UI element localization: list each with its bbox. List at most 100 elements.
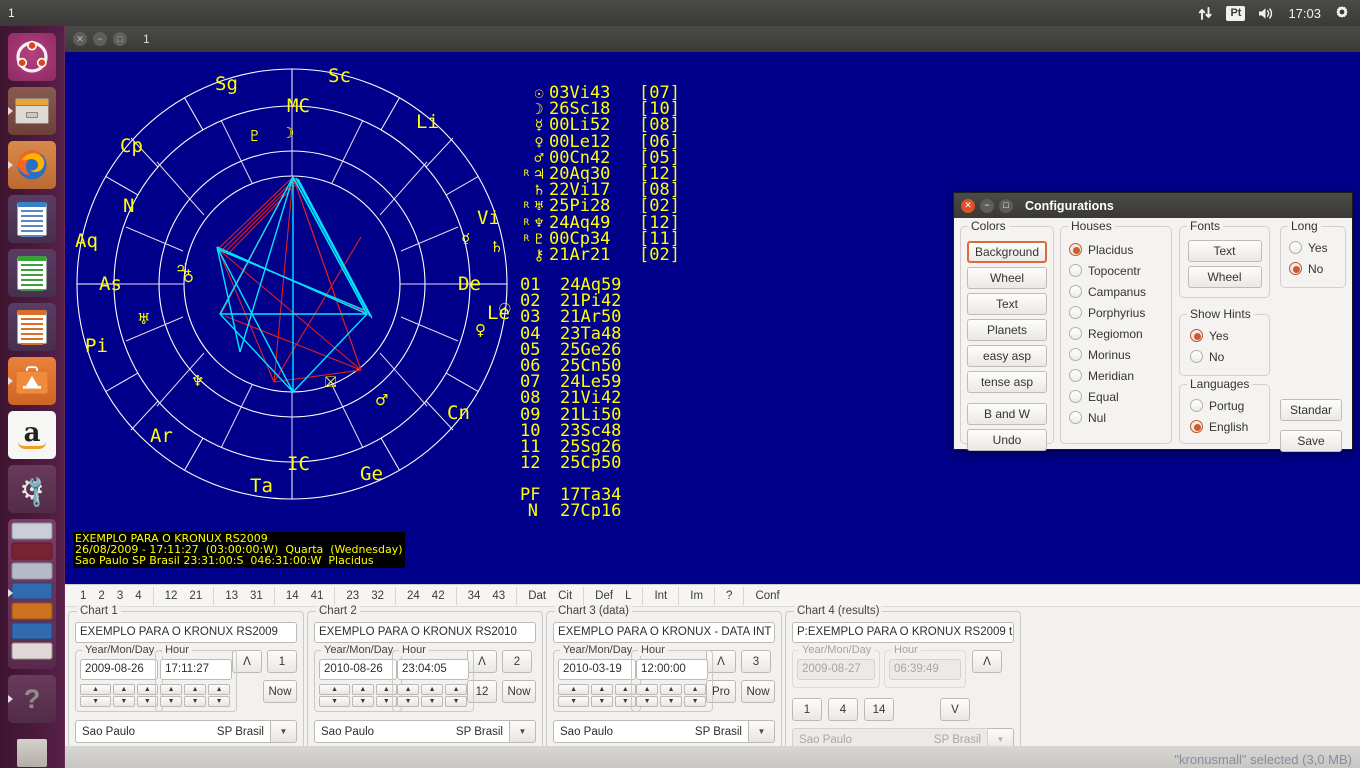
house-option-porphyrius[interactable]: Porphyrius [1069, 302, 1171, 323]
chart-4-down-button[interactable]: V [940, 698, 970, 721]
maximize-icon[interactable]: □ [113, 32, 127, 46]
chart-1-hour-input[interactable]: 17:11:27 [160, 659, 233, 680]
chart-3-hour-input[interactable]: 12:00:00 [636, 659, 709, 680]
toolbar-button-12[interactable]: 12 [159, 587, 184, 605]
toolbar-button-cit[interactable]: Cit [552, 587, 578, 605]
chart-2-city-field[interactable]: Sao Paulo SP Brasil [314, 720, 510, 743]
launcher-item-files[interactable] [8, 87, 56, 135]
chart-2-hh-stepper[interactable]: ▲ ▼ [397, 684, 420, 707]
chart-1-city-field[interactable]: Sao Paulo SP Brasil [75, 720, 271, 743]
save-button[interactable]: Save [1280, 430, 1342, 452]
chart-2-city-dropdown-icon[interactable]: ▼ [510, 720, 536, 743]
color-button-easy-asp[interactable]: easy asp [967, 345, 1047, 367]
font-button-text[interactable]: Text [1187, 240, 1262, 262]
toolbar-button-32[interactable]: 32 [365, 587, 390, 605]
chart-2-hour-input[interactable]: 23:04:05 [397, 659, 470, 680]
chart-2-name-input[interactable]: EXEMPLO PARA O KRONUX RS2010 [314, 622, 536, 643]
close-icon[interactable]: ✕ [73, 32, 87, 46]
chart-1-ss-stepper[interactable]: ▲ ▼ [208, 684, 231, 707]
launcher-item-libreoffice-calc[interactable] [8, 249, 56, 297]
toolbar-button-[interactable]: ? [720, 587, 738, 605]
chart-1-now-button[interactable]: Now [263, 680, 297, 703]
toolbar-button-24[interactable]: 24 [401, 587, 426, 605]
chart-3-index-button[interactable]: 3 [741, 650, 771, 673]
toolbar-button-l[interactable]: L [619, 587, 637, 605]
toolbar-button-conf[interactable]: Conf [749, 587, 785, 605]
chart-1-hh-stepper[interactable]: ▲ ▼ [160, 684, 183, 707]
toolbar-button-im[interactable]: Im [684, 587, 709, 605]
minimize-icon[interactable]: − [93, 32, 107, 46]
chart-3-ss-stepper[interactable]: ▲ ▼ [684, 684, 707, 707]
house-option-placidus[interactable]: Placidus [1069, 239, 1171, 260]
chart-4-nav-button-1[interactable]: 1 [792, 698, 822, 721]
chart-2-month-stepper[interactable]: ▲ ▼ [352, 684, 374, 707]
chart-1-month-stepper[interactable]: ▲ ▼ [113, 684, 135, 707]
maximize-icon[interactable]: □ [999, 198, 1013, 213]
chart-3-year-stepper[interactable]: ▲ ▼ [558, 684, 590, 707]
launcher-item-help[interactable]: ? [8, 675, 56, 723]
chart-1-city-dropdown-icon[interactable]: ▼ [271, 720, 297, 743]
show-hints-option-yes[interactable]: Yes [1190, 325, 1269, 346]
language-option-english[interactable]: English [1190, 416, 1269, 437]
language-option-portug[interactable]: Portug [1190, 395, 1269, 416]
launcher-item-workspace-switcher[interactable] [8, 519, 56, 669]
minimize-icon[interactable]: − [980, 198, 994, 213]
color-button-planets[interactable]: Planets [967, 319, 1047, 341]
color-button-wheel[interactable]: Wheel [967, 267, 1047, 289]
toolbar-button-43[interactable]: 43 [486, 587, 511, 605]
chart-1-index-button[interactable]: 1 [267, 650, 297, 673]
chart-1-date-input[interactable]: 2009-08-26 [80, 659, 158, 680]
toolbar-button-34[interactable]: 34 [462, 587, 487, 605]
house-option-morinus[interactable]: Morinus [1069, 344, 1171, 365]
chart-1-mm-stepper[interactable]: ▲ ▼ [184, 684, 207, 707]
toolbar-button-14[interactable]: 14 [280, 587, 305, 605]
house-option-meridian[interactable]: Meridian [1069, 365, 1171, 386]
color-button-b-and-w[interactable]: B and W [967, 403, 1047, 425]
chart-3-name-input[interactable]: EXEMPLO PARA O KRONUX - DATA INT [553, 622, 775, 643]
toolbar-button-42[interactable]: 42 [426, 587, 451, 605]
toolbar-button-int[interactable]: Int [648, 587, 673, 605]
chart-1-name-input[interactable]: EXEMPLO PARA O KRONUX RS2009 [75, 622, 297, 643]
chart-3-month-stepper[interactable]: ▲ ▼ [591, 684, 613, 707]
color-button-background[interactable]: Background [967, 241, 1047, 263]
clock[interactable]: 17:03 [1288, 6, 1321, 21]
chart-4-name-input[interactable]: P:EXEMPLO PARA O KRONUX RS2009 t [792, 622, 1014, 643]
toolbar-button-13[interactable]: 13 [219, 587, 244, 605]
launcher-item-ubuntu-dash[interactable] [8, 33, 56, 81]
volume-icon[interactable] [1258, 6, 1275, 21]
chart-2-date-input[interactable]: 2010-08-26 [319, 659, 397, 680]
show-hints-option-no[interactable]: No [1190, 346, 1269, 367]
launcher-item-libreoffice-writer[interactable] [8, 195, 56, 243]
gear-icon[interactable] [1334, 5, 1350, 21]
chart-4-nav-button-4[interactable]: 4 [828, 698, 858, 721]
chart-2-now-button[interactable]: Now [502, 680, 536, 703]
house-option-regiomon[interactable]: Regiomon [1069, 323, 1171, 344]
toolbar-button-4[interactable]: 4 [129, 587, 147, 605]
chart-4-nav-button-14[interactable]: 14 [864, 698, 894, 721]
chart-3-mm-stepper[interactable]: ▲ ▼ [660, 684, 683, 707]
chart-3-city-field[interactable]: Sao Paulo SP Brasil [553, 720, 749, 743]
chart-3-hh-stepper[interactable]: ▲ ▼ [636, 684, 659, 707]
chart-2-year-stepper[interactable]: ▲ ▼ [319, 684, 351, 707]
house-option-nul[interactable]: Nul [1069, 407, 1171, 428]
network-icon[interactable] [1198, 6, 1213, 21]
chart-2-mm-stepper[interactable]: ▲ ▼ [421, 684, 444, 707]
toolbar-button-31[interactable]: 31 [244, 587, 269, 605]
launcher-item-trash[interactable] [8, 729, 56, 768]
toolbar-button-41[interactable]: 41 [305, 587, 330, 605]
color-button-undo[interactable]: Undo [967, 429, 1047, 451]
color-button-text[interactable]: Text [967, 293, 1047, 315]
chart-2-ss-stepper[interactable]: ▲ ▼ [445, 684, 468, 707]
chart-3-date-input[interactable]: 2010-03-19 [558, 659, 636, 680]
toolbar-button-23[interactable]: 23 [340, 587, 365, 605]
long-option-no[interactable]: No [1289, 258, 1345, 279]
toolbar-button-dat[interactable]: Dat [522, 587, 552, 605]
toolbar-button-def[interactable]: Def [589, 587, 619, 605]
chart-3-now-button[interactable]: Now [741, 680, 775, 703]
keyboard-layout-indicator[interactable]: Pt [1226, 5, 1246, 21]
launcher-item-amazon[interactable]: a [8, 411, 56, 459]
launcher-item-firefox[interactable] [8, 141, 56, 189]
toolbar-button-2[interactable]: 2 [92, 587, 110, 605]
chart-3-city-dropdown-icon[interactable]: ▼ [749, 720, 775, 743]
font-button-wheel[interactable]: Wheel [1187, 266, 1262, 288]
